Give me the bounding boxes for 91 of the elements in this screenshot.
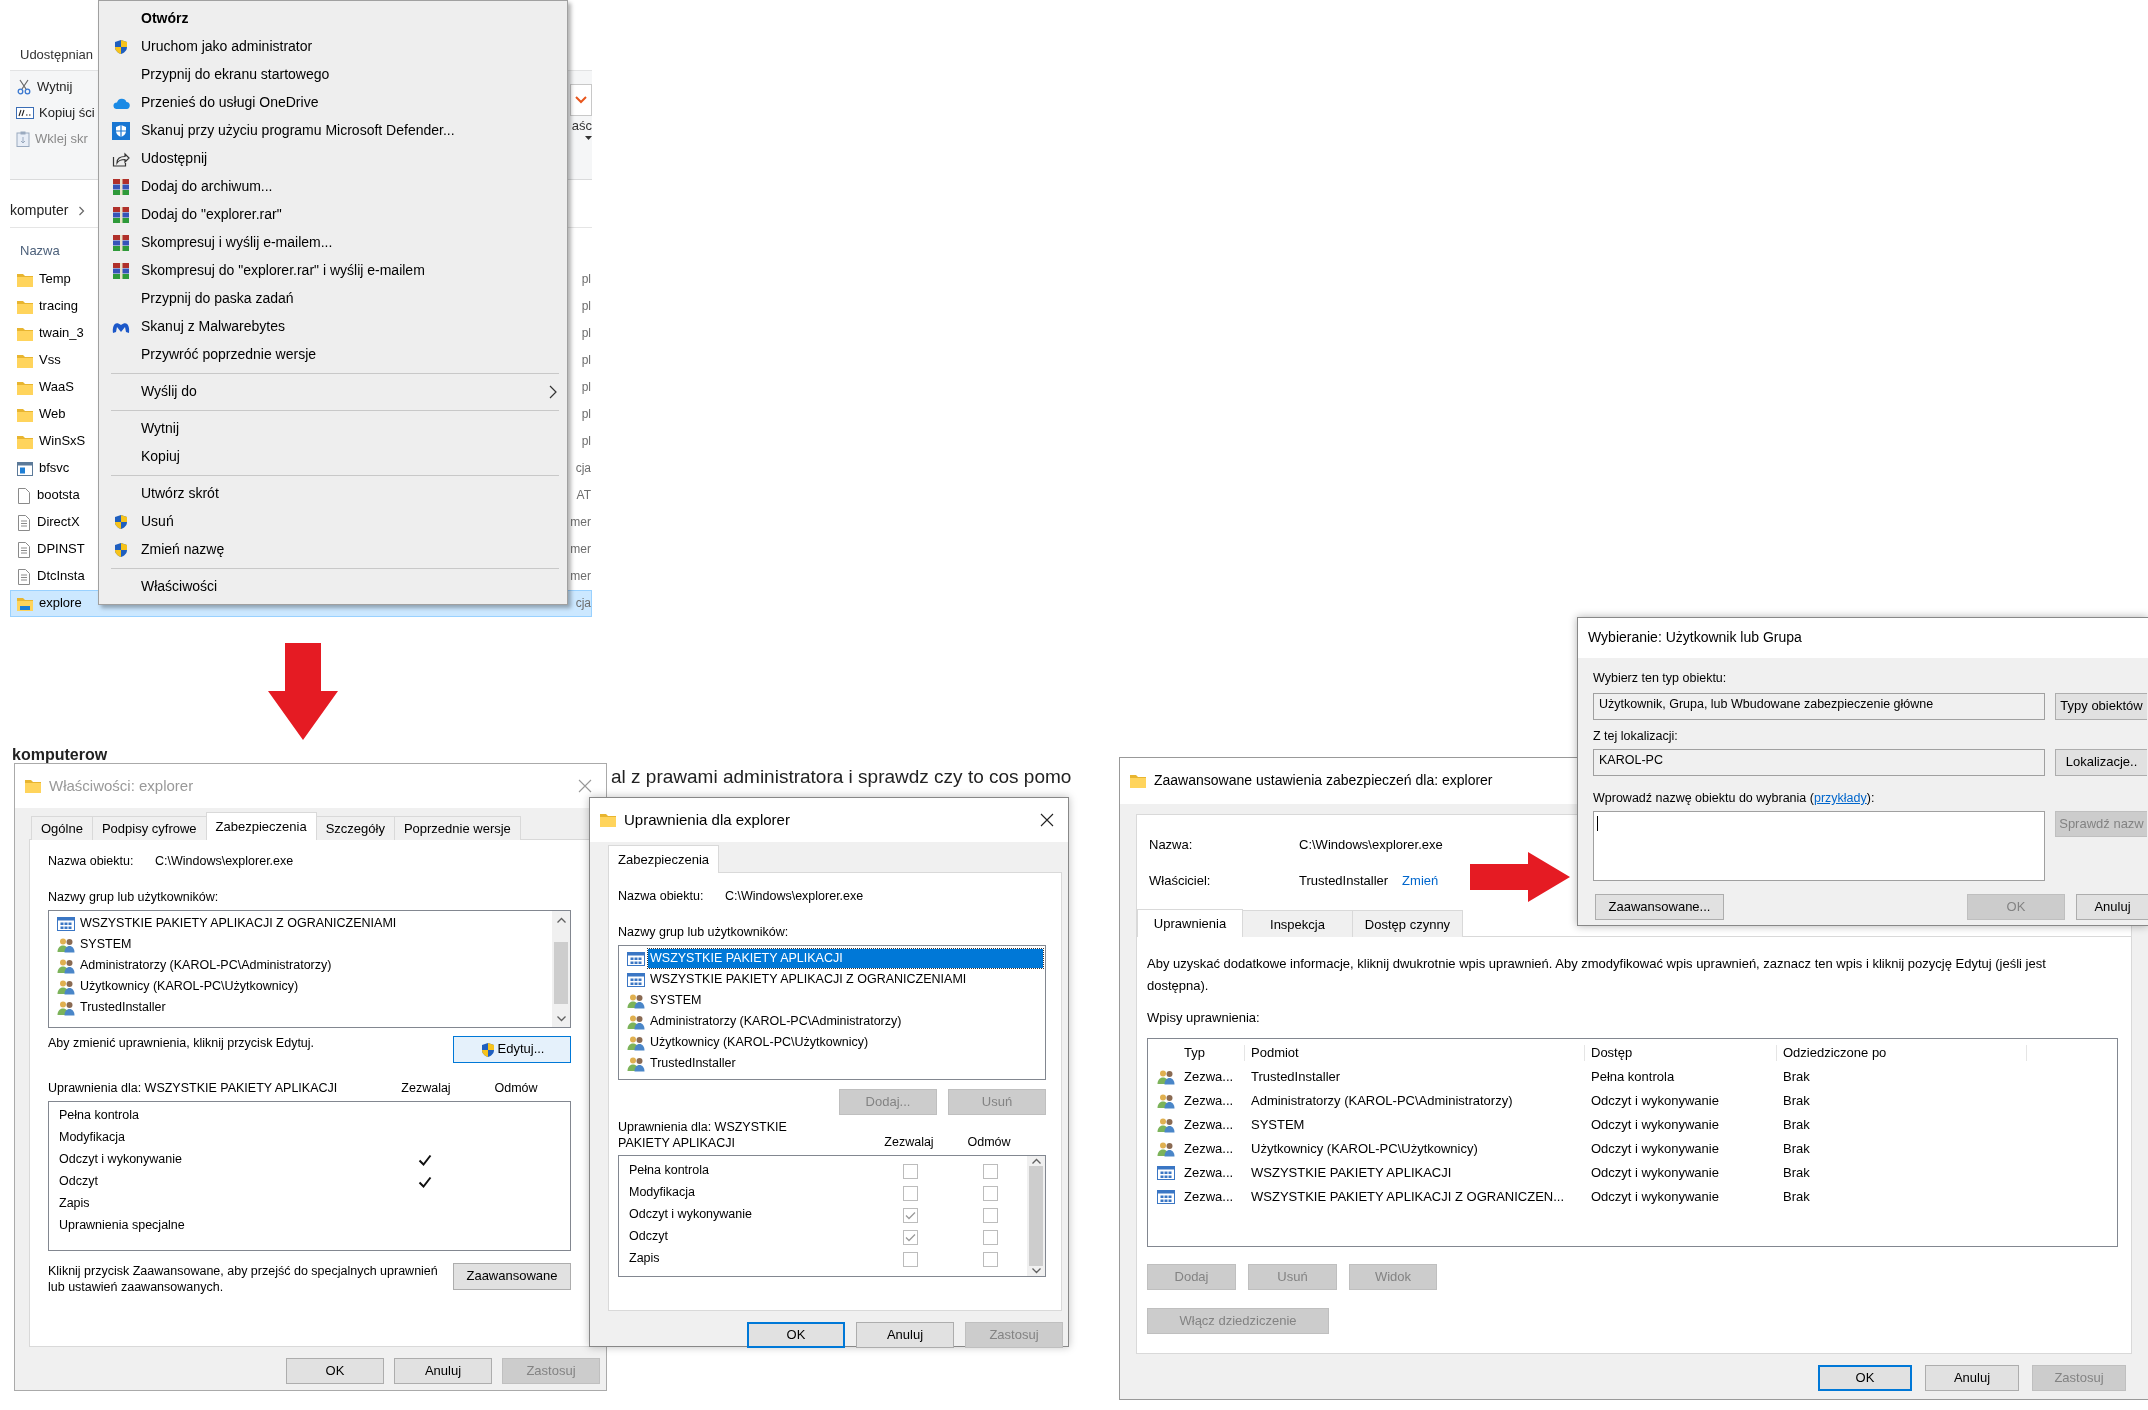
permission-name: Odczyt [59,1173,99,1190]
table-cell-text: Odczyt i wykonywanie [1590,1164,1720,1182]
file-name: DtcInsta [37,568,85,585]
table-cell-text: Brak [1782,1068,1811,1086]
table-cell-text: Użytkownicy (KAROL-PC\Użytkownicy) [1250,1140,1479,1158]
file-name: Vss [39,352,61,369]
file-type: mer [570,569,591,584]
window-title: Właściwości: explorer [49,776,194,796]
file-type: pl [581,353,591,368]
file-type: pl [581,380,591,395]
permission-name: Odczyt [629,1229,669,1245]
file-type: pl [581,272,591,287]
table-cell-text: Zezwa... [1183,1164,1235,1182]
permission-name: Pełna kontrola [629,1163,710,1179]
table-cell-text: Administratorzy (KAROL-PC\Administratorzy) [1250,1092,1514,1110]
table-cell-text: Brak [1782,1164,1811,1182]
field-label: Wprowadź nazwę obiektu do wybrania (przykłady): [1593,791,1876,807]
permission-name: Modyfikacja [59,1129,126,1146]
field-value: C:\Windows\explorer.exe [155,854,294,870]
file-name: twain_3 [39,325,84,342]
table-cell-text: Zezwa... [1183,1092,1235,1110]
ribbon-label: aśc [571,118,592,135]
field-label: Wpisy uprawnienia: [1147,1010,1261,1027]
table-cell-text: Odczyt i wykonywanie [1590,1116,1720,1134]
hint-text: Aby zmienić uprawnienia, kliknij przycisk Edytuj. [48,1036,315,1052]
hint-text: Kliknij przycisk Zaawansowane, aby przejść do specjalnych uprawnień lub ustawień zaawansowanych. [48,1262,439,1295]
permission-name: Zapis [629,1251,661,1267]
window-title: Uprawnienia dla explorer [624,810,790,830]
file-type: cja [575,596,591,611]
table-cell-text: Odczyt i wykonywanie [1590,1092,1720,1110]
file-name: bootsta [37,487,80,504]
file-type: pl [581,407,591,422]
table-cell-text: Zezwa... [1183,1188,1235,1206]
heading-text: komputerow [12,745,108,765]
table-cell-text: Brak [1782,1188,1811,1206]
field-value: C:\Windows\explorer.exe [725,889,864,905]
permission-name: Pełna kontrola [59,1107,140,1124]
file-name: tracing [39,298,79,315]
file-type: AT [576,488,591,503]
file-type: mer [570,542,591,557]
permission-name: Zapis [59,1195,91,1212]
file-name: WinSxS [39,433,86,450]
field-label: Nazwa obiektu: [618,889,705,905]
field-label: Właściciel: [1149,873,1212,889]
file-type: pl [581,326,591,341]
permission-name: Odczyt i wykonywanie [59,1151,183,1168]
column-header: Zezwalaj [401,1081,451,1097]
table-cell-text: Zezwa... [1183,1140,1235,1158]
file-type: cja [575,461,591,476]
description-text: Aby uzyskać dodatkowe informacje, kliknij dwukrotnie wpis uprawnień. Aby zmodyfikować wpis uprawnień, zaznacz ten wpis i kliknij pozycję Edytuj (jeśli jest dostępna). [1147,955,2047,995]
column-header: Zezwalaj [884,1135,934,1151]
field-label: Nazwy grup lub użytkowników: [618,925,790,941]
field-label: Z tej lokalizacji: [1593,729,1679,745]
file-name: bfsvc [39,460,70,477]
field-label: Nazwy grup lub użytkowników: [48,890,220,906]
table-cell-text: Odczyt i wykonywanie [1590,1188,1720,1206]
file-type: mer [570,515,591,530]
file-name: DirectX [37,514,80,531]
permission-name: Uprawnienia specjalne [59,1217,186,1234]
field-label: Nazwa: [1149,837,1194,854]
file-name: Web [39,406,66,423]
file-type: pl [581,299,591,314]
file-type: pl [581,434,591,449]
file-name: Temp [39,271,71,288]
permission-name: Odczyt i wykonywanie [629,1207,753,1223]
table-cell-text: WSZYSTKIE PAKIETY APLIKACJI Z OGRANICZEN... [1250,1188,1566,1206]
field-label: Nazwa obiektu: [48,854,135,870]
column-header: Odmów [967,1135,1011,1151]
column-header: Odmów [494,1081,538,1097]
table-cell-text: Brak [1782,1140,1811,1158]
field-value: TrustedInstaller [1299,873,1389,889]
table-cell-text: Brak [1782,1116,1811,1134]
table-cell-text: Odczyt i wykonywanie [1590,1140,1720,1158]
table-cell-text: Pełna kontrola [1590,1068,1676,1086]
table-cell-text: WSZYSTKIE PAKIETY APLIKACJI [1250,1164,1453,1182]
field-label: Uprawnienia dla: WSZYSTKIE PAKIETY APLIKACJI [48,1081,339,1097]
field-label: Wybierz ten typ obiektu: [1593,671,1728,687]
window-title: Wybieranie: Użytkownik lub Grupa [1588,629,1802,647]
table-cell-text: Brak [1782,1092,1811,1110]
table-cell-text: TrustedInstaller [1250,1068,1342,1086]
file-name: explore [39,595,82,612]
field-label: Uprawnienia dla: WSZYSTKIE PAKIETY APLIKACJI [618,1119,788,1151]
window-title: Zaawansowane ustawienia zabezpieczeń dla: explorer [1154,772,1493,790]
table-cell-text: SYSTEM [1250,1116,1306,1134]
file-name: DPINST [37,541,85,558]
field-value: C:\Windows\explorer.exe [1299,837,1443,854]
table-cell-text: Zezwa... [1183,1068,1235,1086]
permission-name: Modyfikacja [629,1185,696,1201]
file-name: WaaS [39,379,74,396]
comment-text: al z prawami administratora i sprawdz czy to cos pomo [611,765,1072,789]
table-cell-text: Zezwa... [1183,1116,1235,1134]
